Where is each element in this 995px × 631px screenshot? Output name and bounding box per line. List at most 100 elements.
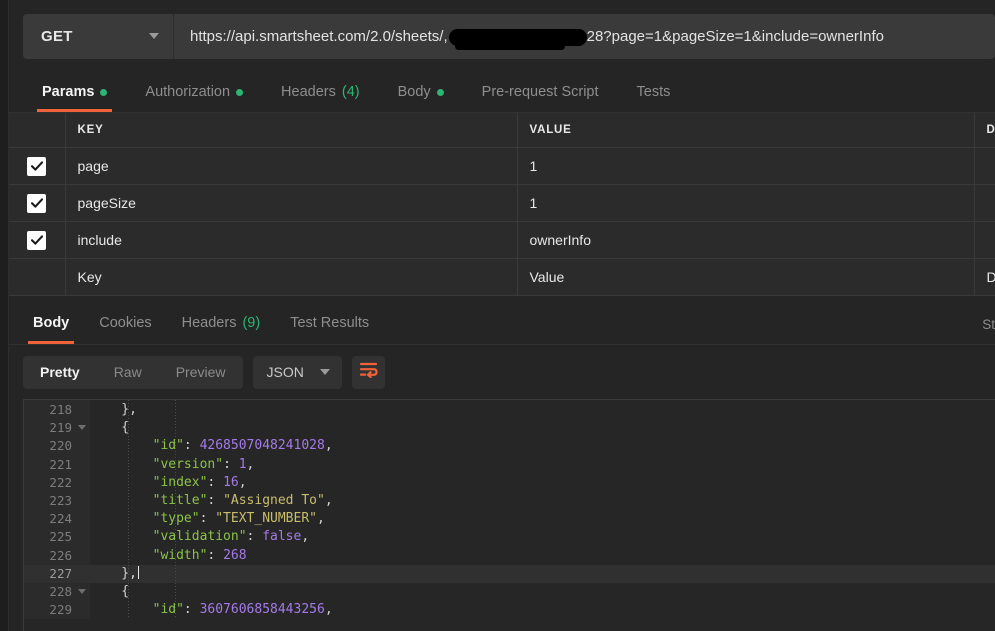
code-token: : xyxy=(183,602,200,618)
row-checkbox-cell[interactable] xyxy=(9,220,66,259)
language-select[interactable]: JSON xyxy=(252,355,342,389)
table-row-empty: Key Value De xyxy=(9,257,995,296)
word-wrap-icon xyxy=(359,361,378,383)
params-table-container: KEY VALUE DES page 1 xyxy=(9,113,995,301)
indent-guide xyxy=(128,400,129,620)
word-wrap-button[interactable] xyxy=(351,355,385,389)
table-row: page 1 xyxy=(9,146,995,185)
view-mode-pretty[interactable]: Pretty xyxy=(23,356,97,389)
param-key-cell[interactable]: pageSize xyxy=(65,183,518,222)
code-token: , xyxy=(246,456,255,472)
column-header-description: DES xyxy=(974,113,995,148)
code-line: "type": "TEXT_NUMBER", xyxy=(90,510,995,528)
row-checkbox-cell-empty[interactable] xyxy=(9,257,66,296)
param-description-cell[interactable] xyxy=(974,183,995,222)
line-number: 226 xyxy=(49,547,72,563)
code-token: }, xyxy=(90,402,137,417)
tab-test-results[interactable]: Test Results xyxy=(275,301,384,344)
tab-body[interactable]: Body xyxy=(379,72,463,112)
chevron-down-icon xyxy=(149,33,159,39)
row-checkbox-cell[interactable] xyxy=(9,146,66,185)
response-tab-bar: Body Cookies Headers (9) Test Results St xyxy=(9,301,995,345)
code-line: }, xyxy=(90,401,995,419)
code-token: : xyxy=(183,438,200,454)
table-row: pageSize 1 xyxy=(9,183,995,222)
tab-authorization-label: Authorization xyxy=(145,84,231,100)
param-value-placeholder[interactable]: Value xyxy=(517,257,975,296)
view-mode-raw[interactable]: Raw xyxy=(97,356,159,389)
code-token: "id" xyxy=(90,602,184,618)
code-line: "id": 3607606858443256, xyxy=(90,601,995,619)
code-line: "id": 4268507048241028, xyxy=(90,437,995,455)
tab-response-body[interactable]: Body xyxy=(18,301,84,344)
code-token: { xyxy=(90,420,130,436)
checkbox-checked-icon[interactable] xyxy=(27,156,47,176)
tab-params[interactable]: Params xyxy=(23,72,126,112)
main-panel: GET https://api.smartsheet.com/2.0/sheet… xyxy=(9,0,995,631)
code-token: , xyxy=(324,438,333,454)
params-table: KEY VALUE DES page 1 xyxy=(9,113,995,296)
http-method-label: GET xyxy=(41,27,73,45)
code-content[interactable]: }, { "id": 4268507048241028, "version": … xyxy=(90,400,995,620)
tab-body-label: Body xyxy=(397,84,431,100)
tab-authorization[interactable]: Authorization xyxy=(126,72,262,112)
tab-headers[interactable]: Headers (4) xyxy=(262,72,379,112)
code-token: "index" xyxy=(90,474,208,490)
code-line: "index": 16, xyxy=(90,474,995,492)
code-token: : xyxy=(207,474,224,490)
code-token: , xyxy=(238,474,247,490)
param-key-cell[interactable]: page xyxy=(65,146,518,185)
param-description-cell[interactable] xyxy=(974,146,995,185)
view-mode-preview[interactable]: Preview xyxy=(159,356,243,389)
code-token: : xyxy=(207,547,224,563)
param-value-cell[interactable]: 1 xyxy=(517,183,975,222)
http-method-select[interactable]: GET xyxy=(23,13,174,59)
code-line: { xyxy=(90,419,995,437)
column-header-select xyxy=(9,113,66,148)
url-input[interactable]: https://api.smartsheet.com/2.0/sheets/, 2… xyxy=(174,14,995,59)
tab-response-headers-label: Headers xyxy=(181,314,237,331)
response-body-code-editor[interactable]: 218 219 220 221 222 223 224 225 226 227 228 229 }, … xyxy=(23,399,995,631)
tab-response-cookies[interactable]: Cookies xyxy=(84,301,166,344)
param-description-placeholder[interactable]: De xyxy=(974,257,995,296)
tab-headers-label: Headers xyxy=(281,84,336,100)
url-suffix-text: 28?page=1&pageSize=1&include=ownerInfo xyxy=(586,27,884,45)
code-token: , xyxy=(324,492,333,508)
line-number: 227 xyxy=(24,564,90,583)
tab-tests[interactable]: Tests xyxy=(618,72,690,112)
tab-response-body-label: Body xyxy=(33,314,70,331)
param-description-cell[interactable] xyxy=(974,220,995,259)
column-header-key: KEY xyxy=(65,113,518,148)
params-table-body: page 1 pageSize 1 include ownerInfo Key … xyxy=(9,146,995,296)
fold-arrow-icon[interactable] xyxy=(78,425,86,431)
fold-arrow-icon[interactable] xyxy=(78,588,86,594)
code-token: "id" xyxy=(90,438,184,454)
row-checkbox-cell[interactable] xyxy=(9,183,66,222)
line-number: 219 xyxy=(24,419,90,437)
param-key-cell[interactable]: include xyxy=(65,220,518,259)
tab-pre-request-script[interactable]: Pre-request Script xyxy=(463,72,618,112)
code-token: : xyxy=(207,492,224,508)
tab-params-label: Params xyxy=(42,84,95,100)
tab-response-headers[interactable]: Headers (9) xyxy=(167,301,276,344)
line-number: 223 xyxy=(49,492,72,508)
code-token: , xyxy=(301,529,310,545)
checkbox-checked-icon[interactable] xyxy=(27,230,47,250)
response-format-toolbar: Pretty Raw Preview JSON xyxy=(9,345,995,399)
param-key-placeholder[interactable]: Key xyxy=(65,257,518,296)
param-value-cell[interactable]: ownerInfo xyxy=(517,220,975,259)
modified-dot-icon xyxy=(236,88,244,96)
code-inner: 218 219 220 221 222 223 224 225 226 227 228 229 }, … xyxy=(24,400,995,620)
url-box: GET https://api.smartsheet.com/2.0/sheet… xyxy=(23,13,995,59)
checkbox-checked-icon[interactable] xyxy=(27,193,47,213)
code-token: "width" xyxy=(90,547,208,563)
code-line: "version": 1, xyxy=(90,456,995,474)
code-token: "Assigned To" xyxy=(223,492,325,508)
redaction-bar xyxy=(448,28,587,50)
chevron-down-icon xyxy=(319,369,330,375)
code-token: { xyxy=(90,583,130,599)
code-token: , xyxy=(324,602,333,618)
param-value-cell[interactable]: 1 xyxy=(517,146,975,185)
line-number: 228 xyxy=(24,583,90,601)
line-number: 229 xyxy=(49,602,72,618)
